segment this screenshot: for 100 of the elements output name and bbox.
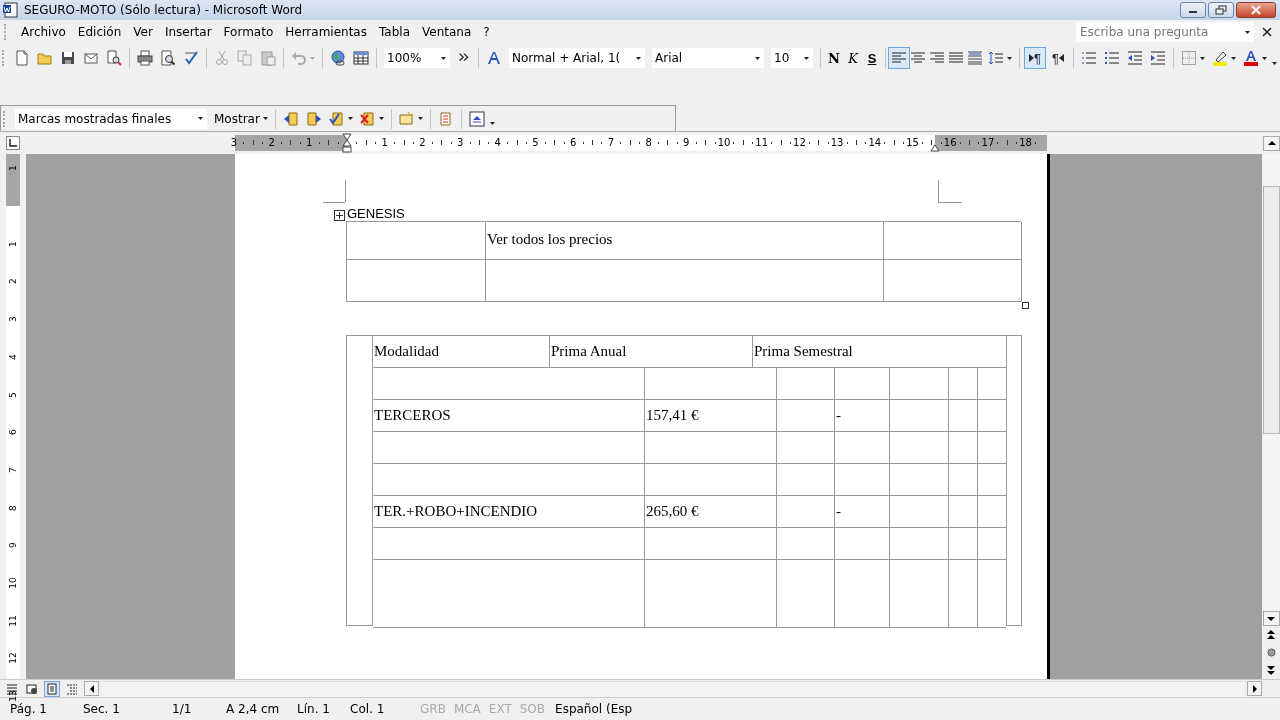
new-document-icon[interactable] <box>14 50 30 66</box>
table-cell <box>890 528 949 560</box>
document-search-icon[interactable] <box>106 50 122 66</box>
close-button[interactable] <box>1236 2 1276 18</box>
ruler-number: 1 <box>7 239 19 249</box>
globe-icon[interactable] <box>330 50 346 66</box>
indent-marker[interactable] <box>342 133 352 153</box>
table-cell <box>890 432 949 464</box>
numbered-list-icon[interactable] <box>1081 50 1097 66</box>
scroll-down-button[interactable] <box>1262 611 1280 626</box>
menu-item[interactable]: Edición <box>71 25 128 39</box>
ruler-number: 8 <box>644 136 653 150</box>
reviewing-pane-icon[interactable] <box>468 110 485 127</box>
previous-change-icon[interactable] <box>282 110 299 127</box>
arrow-icon <box>1059 54 1064 62</box>
text-direction-button[interactable]: ¶ <box>1047 47 1069 69</box>
ruler-number: 3 <box>455 136 465 150</box>
styles-icon[interactable] <box>486 50 502 66</box>
table-resize-handle[interactable] <box>1022 302 1029 309</box>
caret-icon <box>441 56 446 60</box>
table-cell <box>777 560 835 628</box>
menu-item[interactable]: ? <box>477 25 496 39</box>
document-icon <box>2 2 18 18</box>
menu-item[interactable]: Insertar <box>158 25 218 39</box>
ruler-number: 10 <box>7 576 19 590</box>
table-cell <box>949 528 978 560</box>
minimize-button[interactable] <box>1180 2 1206 18</box>
format-button[interactable]: S <box>861 47 883 69</box>
ruler-number: 18 <box>1018 136 1033 150</box>
previous-page-icon[interactable] <box>1267 630 1275 640</box>
caret-icon[interactable] <box>1231 56 1236 60</box>
zoom-dropdown[interactable]: 100% <box>384 48 450 68</box>
font-dropdown[interactable]: Arial <box>652 48 764 68</box>
printer-icon[interactable] <box>137 50 153 66</box>
arrow-up-icon <box>1267 141 1276 145</box>
table-cell <box>949 400 978 432</box>
caret-icon[interactable] <box>489 122 495 125</box>
spell-check-icon[interactable] <box>183 50 199 66</box>
envelope-icon[interactable] <box>83 50 99 66</box>
status-indicator: EXT <box>488 702 512 716</box>
scroll-left-button[interactable] <box>84 681 99 696</box>
table-cell <box>890 464 949 496</box>
ruler-number: 1 <box>7 164 19 174</box>
increase-indent-icon[interactable] <box>1150 50 1166 66</box>
table-cell: TERCEROS <box>373 400 645 432</box>
table-cell: - <box>835 400 890 432</box>
decrease-indent-icon[interactable] <box>1127 50 1143 66</box>
next-page-icon[interactable] <box>1267 665 1275 675</box>
status-field: Pág. 1 <box>10 702 83 716</box>
table-cell <box>777 368 835 400</box>
indent-marker[interactable] <box>930 144 940 152</box>
column-header: Prima Semestral <box>753 336 1006 368</box>
restore-button[interactable] <box>1208 2 1234 18</box>
table-cell <box>890 560 949 628</box>
caret-icon[interactable] <box>417 117 423 120</box>
bullet-list-icon[interactable] <box>1104 50 1120 66</box>
menu-item[interactable]: Tabla <box>373 25 416 39</box>
help-search-field[interactable]: Escriba una pregunta <box>1076 22 1254 42</box>
table-cell: TER.+ROBO+INCENDIO <box>373 496 645 528</box>
reject-change-icon[interactable] <box>359 110 376 127</box>
menu-item[interactable]: Archivo <box>15 25 72 39</box>
font-color-icon[interactable] <box>1243 50 1259 66</box>
caret-icon[interactable] <box>378 117 384 120</box>
text-direction-button[interactable]: ¶ <box>1024 47 1046 69</box>
scrollbar-thumb[interactable] <box>1262 186 1280 434</box>
ruler-number: 6 <box>7 428 19 438</box>
align-button[interactable] <box>888 47 910 69</box>
caret-icon <box>755 56 760 60</box>
ruler-number: 3 <box>7 315 19 324</box>
menu-item[interactable]: Herramientas <box>279 25 373 39</box>
menu-item[interactable]: Ver <box>127 25 159 39</box>
folder-icon[interactable] <box>37 50 53 66</box>
menu-item[interactable]: Ventana <box>416 25 478 39</box>
font-size-dropdown[interactable]: 10 <box>771 48 813 68</box>
format-button[interactable]: N <box>823 47 845 69</box>
close-icon <box>1250 5 1262 15</box>
browse-object-icon[interactable] <box>1266 648 1276 657</box>
line-spacing-icon[interactable] <box>988 50 1004 66</box>
print-view-icon[interactable] <box>44 680 60 697</box>
clipboard-icon[interactable] <box>260 50 276 66</box>
style-dropdown[interactable]: Normal + Arial, 1( <box>509 48 645 68</box>
highlighter-icon[interactable] <box>1212 50 1228 66</box>
menu-item[interactable]: Formato <box>217 25 280 39</box>
table-icon[interactable] <box>353 50 369 66</box>
track-changes-icon[interactable] <box>437 110 454 127</box>
caret-icon[interactable] <box>1200 56 1205 60</box>
format-button[interactable]: K <box>842 47 864 69</box>
tab-selector-button[interactable] <box>6 136 20 150</box>
accept-change-icon[interactable] <box>328 110 345 127</box>
caret-icon[interactable] <box>347 117 353 120</box>
table-move-handle[interactable] <box>334 210 345 221</box>
scroll-up-button[interactable] <box>1263 135 1280 151</box>
scroll-right-button[interactable] <box>1247 681 1262 696</box>
caret-icon[interactable] <box>1007 56 1012 60</box>
markup-dropdown[interactable]: Marcas mostradas finales <box>15 108 207 129</box>
close-icon[interactable] <box>1262 27 1272 37</box>
show-menu-button[interactable]: Mostrar <box>214 111 268 126</box>
next-change-icon[interactable] <box>305 110 322 127</box>
table-cell: - <box>835 496 890 528</box>
print-preview-icon[interactable] <box>160 50 176 66</box>
